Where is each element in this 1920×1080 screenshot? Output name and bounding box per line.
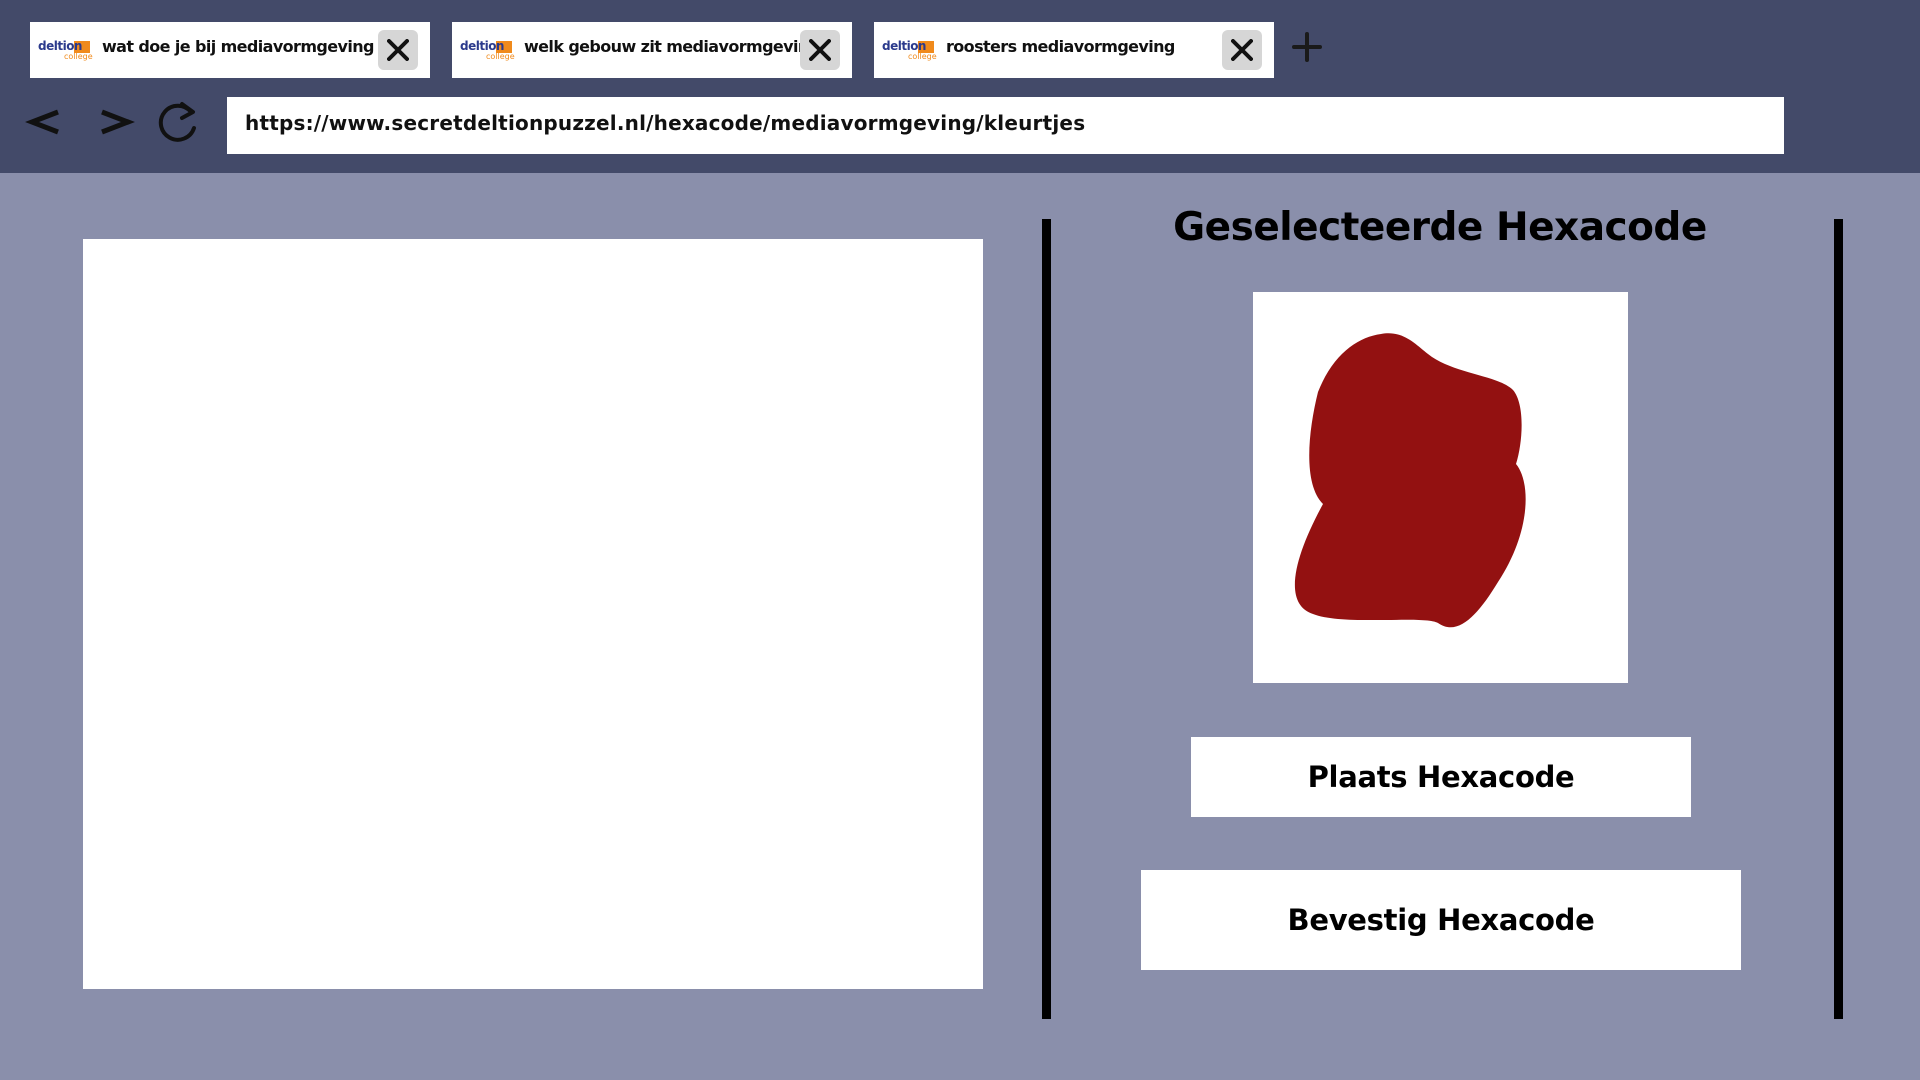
tab-close-button[interactable]	[800, 30, 840, 70]
tab-2[interactable]: deltion college welk gebouw zit mediavor…	[452, 22, 852, 78]
confirm-hexacode-button[interactable]: Bevestig Hexacode	[1141, 870, 1741, 970]
deltion-logo: deltion college	[38, 39, 93, 61]
deltion-logo: deltion college	[460, 39, 515, 61]
chevron-right-icon[interactable]	[92, 98, 140, 146]
plus-icon[interactable]	[1290, 30, 1324, 64]
close-icon	[387, 39, 409, 61]
tab-title: roosters mediavormgeving	[946, 37, 1175, 56]
place-hexacode-button[interactable]: Plaats Hexacode	[1191, 737, 1691, 817]
tab-close-button[interactable]	[378, 30, 418, 70]
tab-close-button[interactable]	[1222, 30, 1262, 70]
color-blob	[1294, 333, 1526, 628]
close-icon	[809, 39, 831, 61]
selected-color-swatch	[1253, 292, 1628, 683]
tab-title: wat doe je bij mediavormgeving	[102, 37, 374, 56]
chevron-left-icon[interactable]	[22, 98, 70, 146]
browser-chrome: deltion college wat doe je bij mediavorm…	[0, 0, 1920, 173]
tab-title: welk gebouw zit mediavormgeving	[524, 37, 820, 56]
close-icon	[1231, 39, 1253, 61]
panel-title: Geselecteerde Hexacode	[1173, 205, 1707, 250]
panel-divider-left	[1042, 219, 1051, 1019]
color-canvas[interactable]	[83, 239, 983, 989]
tab-1[interactable]: deltion college wat doe je bij mediavorm…	[30, 22, 430, 78]
tab-3[interactable]: deltion college roosters mediavormgeving	[874, 22, 1274, 78]
address-bar[interactable]: https://www.secretdeltionpuzzel.nl/hexac…	[227, 97, 1784, 154]
deltion-logo: deltion college	[882, 39, 937, 61]
reload-icon[interactable]	[154, 98, 202, 146]
panel-divider-right	[1834, 219, 1843, 1019]
